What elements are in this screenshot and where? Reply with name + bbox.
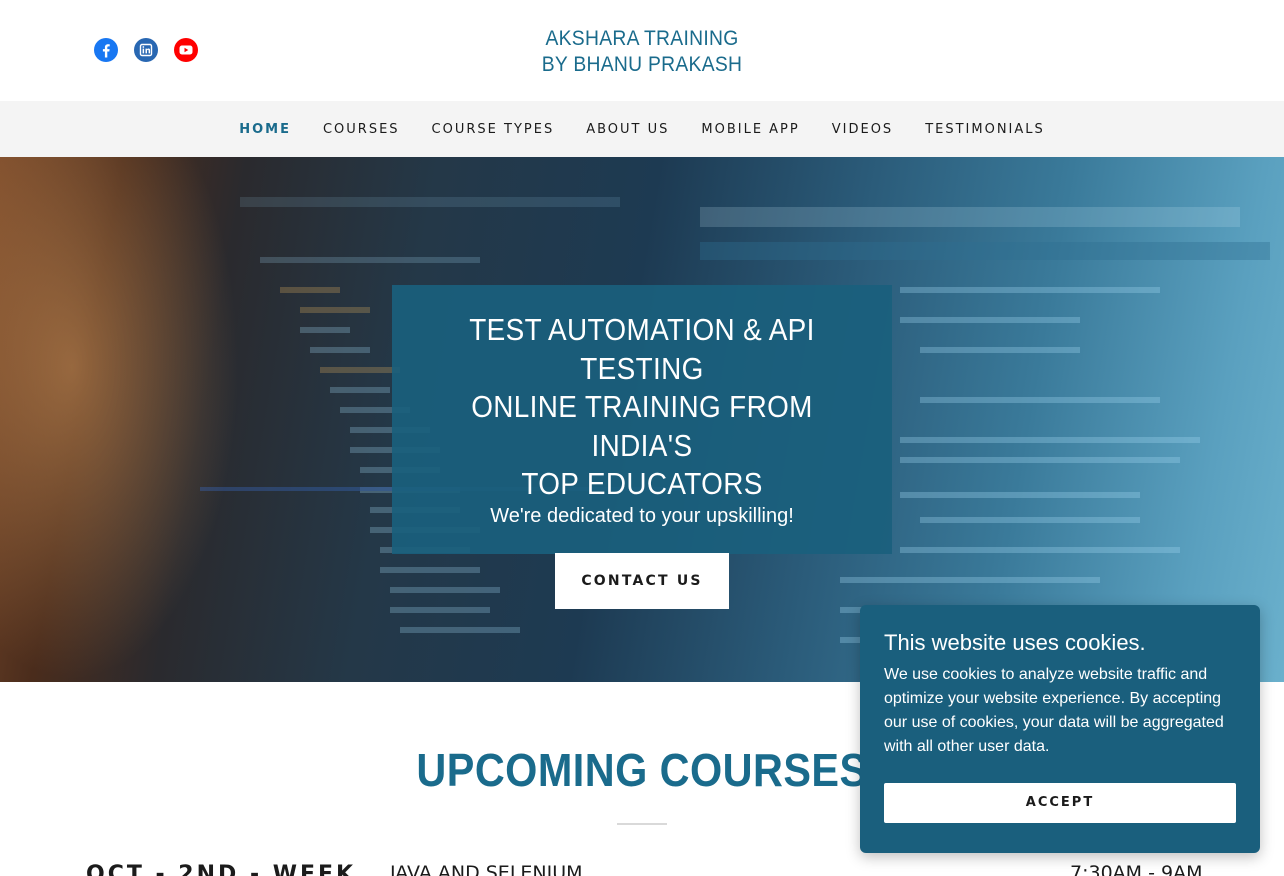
course-row: OCT - 2ND - WEEK JAVA AND SELENIUM 7:30A… <box>0 862 1284 876</box>
nav-item-videos[interactable]: VIDEOS <box>832 122 893 137</box>
hero-title-line-3: TOP EDUCATORS <box>521 466 763 501</box>
hero-title: TEST AUTOMATION & API TESTING ONLINE TRA… <box>417 311 867 504</box>
hero-title-line-1: TEST AUTOMATION & API TESTING <box>469 312 815 386</box>
cookie-banner: This website uses cookies. We use cookie… <box>860 605 1260 853</box>
hero-card: TEST AUTOMATION & API TESTING ONLINE TRA… <box>392 285 892 609</box>
nav-item-testimonials[interactable]: TESTIMONIALS <box>925 122 1045 137</box>
course-name: JAVA AND SELENIUM <box>390 862 583 876</box>
section-divider <box>617 823 667 825</box>
nav-item-courses[interactable]: COURSES <box>323 122 400 137</box>
hero-section: TEST AUTOMATION & API TESTING ONLINE TRA… <box>0 157 1284 682</box>
accept-cookies-button[interactable]: ACCEPT <box>884 783 1236 823</box>
hero-title-line-2: ONLINE TRAINING FROM INDIA'S <box>471 389 813 463</box>
site-brand[interactable]: AKSHARA TRAINING BY BHANU PRAKASH <box>51 26 1232 78</box>
nav-item-mobile-app[interactable]: MOBILE APP <box>701 122 799 137</box>
brand-line-1: AKSHARA TRAINING <box>545 27 739 50</box>
main-nav: HOME COURSES COURSE TYPES ABOUT US MOBIL… <box>0 101 1284 157</box>
nav-item-course-types[interactable]: COURSE TYPES <box>432 122 555 137</box>
cookie-title: This website uses cookies. <box>884 630 1146 655</box>
hero-subtitle: We're dedicated to your upskilling! <box>490 504 794 527</box>
site-header: AKSHARA TRAINING BY BHANU PRAKASH <box>0 0 1284 101</box>
brand-line-2: BY BHANU PRAKASH <box>541 53 743 76</box>
nav-item-about-us[interactable]: ABOUT US <box>586 122 669 137</box>
course-date: OCT - 2ND - WEEK <box>86 862 357 876</box>
cookie-body: We use cookies to analyze website traffi… <box>884 666 1224 755</box>
nav-item-home[interactable]: HOME <box>239 122 291 137</box>
course-time: 7:30AM - 9AM <box>1070 862 1203 876</box>
contact-us-button[interactable]: CONTACT US <box>555 552 729 609</box>
